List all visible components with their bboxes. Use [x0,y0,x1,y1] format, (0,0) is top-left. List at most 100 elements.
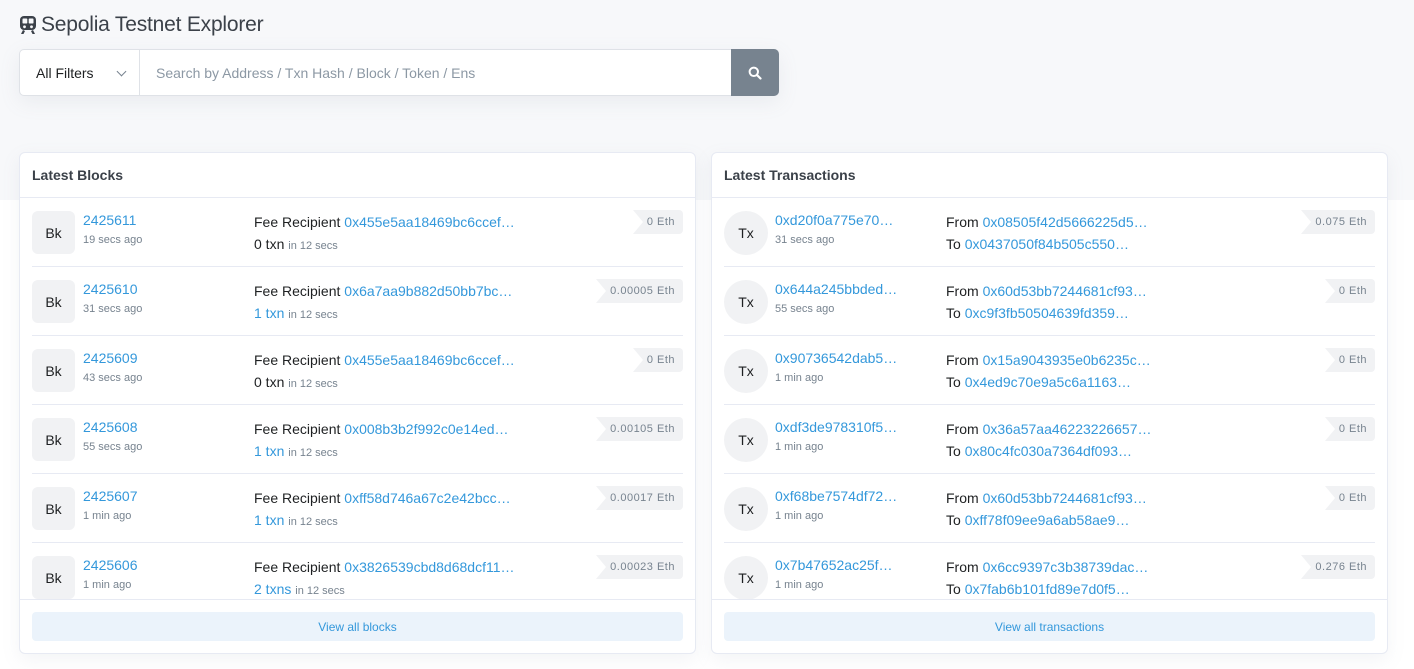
from-address-link[interactable]: 0x60d53bb7244681cf93… [983,490,1147,506]
block-number-link[interactable]: 2425610 [83,281,138,297]
txn-count: 0 txn [254,236,285,252]
block-row: Bk 2425609 43 secs ago Fee Recipient 0x455e… [32,336,683,405]
txn-count[interactable]: 2 txns [254,581,291,597]
fee-recipient-label: Fee Recipient [254,214,341,230]
fee-recipient-link[interactable]: 0xff58d746a67c2e42bcc… [344,490,510,506]
block-info: Fee Recipient 0x008b3b2f992c0e14ed… 1 txn… [254,418,509,464]
badge-notch [596,486,607,510]
fee-recipient-link[interactable]: 0x455e5aa18469bc6ccef… [344,352,514,368]
from-address-link[interactable]: 0x60d53bb7244681cf93… [983,283,1147,299]
to-address-link[interactable]: 0x4ed9c70e9a5c6a1163… [965,374,1131,390]
block-info: Fee Recipient 0x455e5aa18469bc6ccef… 0 tx… [254,211,515,257]
block-duration: in 12 secs [288,309,338,321]
transaction-age: 1 min ago [775,372,824,384]
block-info: Fee Recipient 0x6a7aa9b882d50bb7bc… 1 txn… [254,280,512,326]
transaction-badge: Tx [724,556,768,599]
latest-transactions-card: Latest Transactions Tx 0xd20f0a775e70… 31 … [711,152,1388,654]
transaction-hash-link[interactable]: 0xd20f0a775e70… [775,212,893,228]
block-number-link[interactable]: 2425609 [83,350,138,366]
transactions-list: Tx 0xd20f0a775e70… 31 secs ago From 0x08505… [712,198,1387,599]
view-all-blocks-button[interactable]: View all blocks [32,612,683,641]
latest-blocks-title: Latest Blocks [20,153,695,198]
fee-recipient-link[interactable]: 0x455e5aa18469bc6ccef… [344,214,514,230]
search-input[interactable] [140,50,731,95]
transaction-value: 0 Eth [1334,348,1375,372]
transaction-value-badge: 0 Eth [1324,417,1375,441]
search-button[interactable] [731,49,779,96]
transaction-value: 0.075 Eth [1311,210,1375,234]
fee-recipient-link[interactable]: 0x008b3b2f992c0e14ed… [344,421,508,437]
block-number-link[interactable]: 2425607 [83,488,138,504]
block-row: Bk 2425608 55 secs ago Fee Recipient 0x008b… [32,405,683,474]
filter-selected-label: All Filters [36,64,94,81]
filter-select[interactable]: All Filters [20,50,140,95]
transaction-value-badge: 0.075 Eth [1301,210,1375,234]
transaction-hash-link[interactable]: 0x7b47652ac25f… [775,557,893,573]
to-label: To [946,374,961,390]
fee-recipient-label: Fee Recipient [254,490,341,506]
to-label: To [946,305,961,321]
transaction-row: Tx 0x644a245bbded… 55 secs ago From 0x60d53… [724,267,1375,336]
transaction-hash-link[interactable]: 0x644a245bbded… [775,281,897,297]
view-all-transactions-button[interactable]: View all transactions [724,612,1375,641]
block-badge: Bk [32,556,75,599]
block-number-link[interactable]: 2425611 [83,212,136,228]
transaction-age: 55 secs ago [775,303,835,315]
to-label: To [946,512,961,528]
block-info: Fee Recipient 0x3826539cbd8d68dcf11… 2 tx… [254,556,515,599]
txn-count[interactable]: 1 txn [254,512,284,528]
site-header: Sepolia Testnet Explorer [18,12,264,38]
transaction-age: 1 min ago [775,441,824,453]
badge-notch [596,555,607,579]
block-number-link[interactable]: 2425608 [83,419,138,435]
transactions-footer: View all transactions [712,599,1387,653]
from-address-link[interactable]: 0x6cc9397c3b38739dac… [983,559,1149,575]
from-address-link[interactable]: 0x36a57aa46223226657… [983,421,1152,437]
transaction-value: 0.276 Eth [1311,555,1375,579]
from-address-link[interactable]: 0x08505f42d5666225d5… [983,214,1148,230]
txn-count[interactable]: 1 txn [254,443,284,459]
transaction-age: 31 secs ago [775,234,835,246]
block-reward: 0.00105 Eth [606,417,683,441]
block-reward-badge: 0 Eth [632,210,683,234]
badge-notch [1324,486,1335,510]
block-info: Fee Recipient 0x455e5aa18469bc6ccef… 0 tx… [254,349,515,395]
to-address-link[interactable]: 0x0437050f84b505c550… [965,236,1129,252]
to-address-link[interactable]: 0xff78f09ee9a6ab58ae9… [965,512,1130,528]
badge-notch [596,417,607,441]
block-duration: in 12 secs [288,240,338,252]
from-address-link[interactable]: 0x15a9043935e0b6235c… [983,352,1151,368]
transaction-age: 1 min ago [775,579,824,591]
transaction-badge: Tx [724,487,768,531]
transaction-hash-link[interactable]: 0x90736542dab5… [775,350,897,366]
to-address-link[interactable]: 0x7fab6b101fd89e7d0f5… [965,581,1130,597]
transaction-hash-link[interactable]: 0xdf3de978310f5… [775,419,897,435]
block-reward-badge: 0.00023 Eth [596,555,683,579]
to-address-link[interactable]: 0x80c4fc030a7364df093… [965,443,1132,459]
latest-blocks-card: Latest Blocks Bk 2425611 19 secs ago Fee Re… [19,152,696,654]
block-reward-badge: 0 Eth [632,348,683,372]
transaction-row: Tx 0xf68be7574df72… 1 min ago From 0x60d53b… [724,474,1375,543]
block-reward: 0 Eth [642,348,683,372]
to-address-link[interactable]: 0xc9f3fb50504639fd359… [965,305,1129,321]
badge-notch [1324,417,1335,441]
block-badge: Bk [32,487,75,530]
block-badge: Bk [32,280,75,323]
block-reward-badge: 0.00005 Eth [596,279,683,303]
block-age: 31 secs ago [83,303,143,315]
blocks-footer: View all blocks [20,599,695,653]
block-number-link[interactable]: 2425606 [83,557,138,573]
block-age: 43 secs ago [83,372,143,384]
transaction-info: From 0x6cc9397c3b38739dac… To 0x7fab6b101… [946,556,1148,599]
from-label: From [946,283,979,299]
transaction-badge: Tx [724,211,768,255]
train-icon [18,15,38,35]
block-reward-badge: 0.00105 Eth [596,417,683,441]
transaction-hash-link[interactable]: 0xf68be7574df72… [775,488,897,504]
txn-count[interactable]: 1 txn [254,305,284,321]
site-title[interactable]: Sepolia Testnet Explorer [41,13,264,37]
fee-recipient-link[interactable]: 0x6a7aa9b882d50bb7bc… [344,283,512,299]
fee-recipient-link[interactable]: 0x3826539cbd8d68dcf11… [344,559,514,575]
block-badge: Bk [32,349,75,392]
from-label: From [946,421,979,437]
